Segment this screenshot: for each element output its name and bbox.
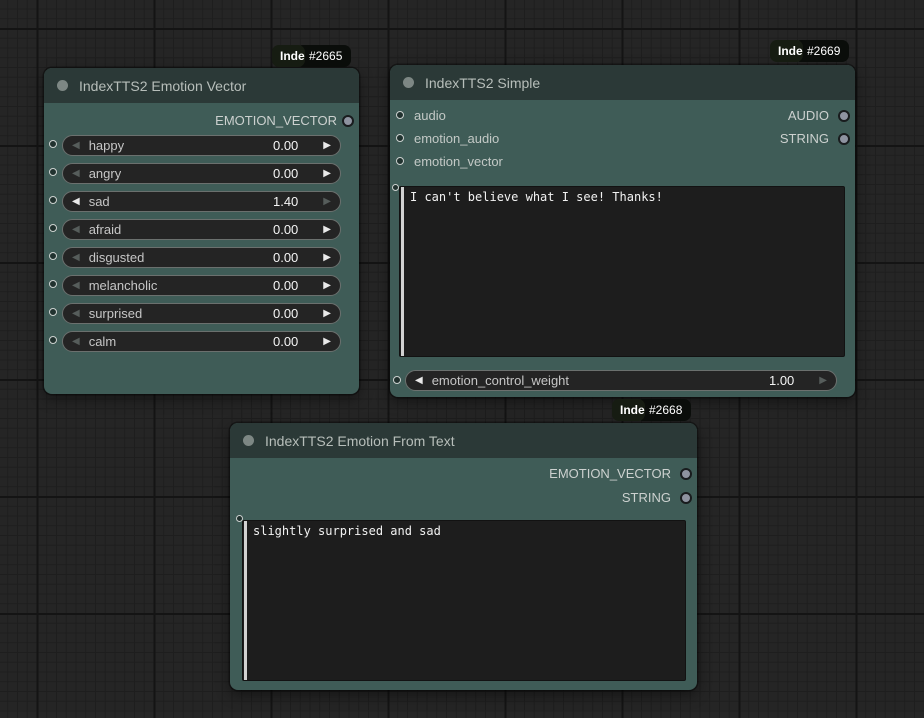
input-label: emotion_vector bbox=[414, 154, 503, 169]
output-label: STRING bbox=[780, 131, 829, 146]
collapse-dot-icon[interactable] bbox=[57, 80, 68, 91]
decrement-arrow-icon[interactable]: ◀ bbox=[72, 225, 80, 235]
widget-label: afraid bbox=[89, 222, 122, 237]
widget-value: 1.40 bbox=[273, 194, 298, 209]
widget-value: 0.00 bbox=[273, 278, 298, 293]
badge-source-label: Inde bbox=[272, 45, 305, 67]
decrement-arrow-icon[interactable]: ◀ bbox=[72, 169, 80, 179]
widget-value: 0.00 bbox=[273, 166, 298, 181]
increment-arrow-icon[interactable]: ▶ bbox=[323, 141, 331, 151]
increment-arrow-icon[interactable]: ▶ bbox=[819, 376, 827, 386]
slider-widget-happy[interactable]: ◀ happy 0.00 ▶ bbox=[62, 135, 341, 156]
slider-widget-afraid[interactable]: ◀ afraid 0.00 ▶ bbox=[62, 219, 341, 240]
widget-value: 1.00 bbox=[769, 373, 794, 388]
decrement-arrow-icon[interactable]: ◀ bbox=[72, 197, 80, 207]
decrement-arrow-icon[interactable]: ◀ bbox=[415, 376, 423, 386]
increment-arrow-icon[interactable]: ▶ bbox=[323, 225, 331, 235]
input-slot[interactable] bbox=[49, 336, 57, 344]
input-slot[interactable] bbox=[396, 111, 404, 119]
input-slot[interactable] bbox=[49, 308, 57, 316]
badge-source-label: Inde bbox=[612, 399, 645, 421]
node-id-badge: Inde #2668 bbox=[612, 399, 691, 421]
text-prompt-input[interactable]: I can't believe what I see! Thanks! bbox=[399, 186, 845, 357]
increment-arrow-icon[interactable]: ▶ bbox=[323, 281, 331, 291]
node-indextts2-emotion-from-text[interactable]: IndexTTS2 Emotion From Text EMOTION_VECT… bbox=[230, 423, 697, 690]
widget-label: melancholic bbox=[89, 278, 158, 293]
decrement-arrow-icon[interactable]: ◀ bbox=[72, 141, 80, 151]
node-graph-canvas[interactable]: Inde #2665 Inde #2669 Inde #2668 IndexTT… bbox=[0, 0, 924, 718]
slider-widget-disgusted[interactable]: ◀ disgusted 0.00 ▶ bbox=[62, 247, 341, 268]
decrement-arrow-icon[interactable]: ◀ bbox=[72, 281, 80, 291]
widget-label: calm bbox=[89, 334, 116, 349]
increment-arrow-icon[interactable]: ▶ bbox=[323, 309, 331, 319]
widget-label: happy bbox=[89, 138, 124, 153]
input-slot[interactable] bbox=[396, 157, 404, 165]
input-slot[interactable] bbox=[393, 376, 401, 384]
increment-arrow-icon[interactable]: ▶ bbox=[323, 253, 331, 263]
node-id-badge: Inde #2669 bbox=[770, 40, 849, 62]
input-slot[interactable] bbox=[49, 280, 57, 288]
input-slot[interactable] bbox=[49, 196, 57, 204]
increment-arrow-icon[interactable]: ▶ bbox=[323, 197, 331, 207]
badge-source-label: Inde bbox=[770, 40, 803, 62]
slider-widget-surprised[interactable]: ◀ surprised 0.00 ▶ bbox=[62, 303, 341, 324]
slider-widget-melancholic[interactable]: ◀ melancholic 0.00 ▶ bbox=[62, 275, 341, 296]
output-slot[interactable] bbox=[680, 492, 692, 504]
input-label: audio bbox=[414, 108, 446, 123]
decrement-arrow-icon[interactable]: ◀ bbox=[72, 253, 80, 263]
decrement-arrow-icon[interactable]: ◀ bbox=[72, 309, 80, 319]
node-title: IndexTTS2 Emotion From Text bbox=[265, 433, 455, 449]
output-label: AUDIO bbox=[788, 108, 829, 123]
decrement-arrow-icon[interactable]: ◀ bbox=[72, 337, 80, 347]
increment-arrow-icon[interactable]: ▶ bbox=[323, 169, 331, 179]
node-header[interactable]: IndexTTS2 Simple bbox=[390, 65, 855, 100]
input-slot[interactable] bbox=[396, 134, 404, 142]
slider-widget-angry[interactable]: ◀ angry 0.00 ▶ bbox=[62, 163, 341, 184]
collapse-dot-icon[interactable] bbox=[243, 435, 254, 446]
input-label: emotion_audio bbox=[414, 131, 499, 146]
slider-widget-sad[interactable]: ◀ sad 1.40 ▶ bbox=[62, 191, 341, 212]
node-indextts2-emotion-vector[interactable]: IndexTTS2 Emotion Vector EMOTION_VECTOR … bbox=[44, 68, 359, 394]
emotion-text-input[interactable]: slightly surprised and sad bbox=[242, 520, 686, 681]
input-slot[interactable] bbox=[49, 140, 57, 148]
widget-label: emotion_control_weight bbox=[432, 373, 569, 388]
node-id-badge: Inde #2665 bbox=[272, 45, 351, 67]
widget-value: 0.00 bbox=[273, 250, 298, 265]
node-header[interactable]: IndexTTS2 Emotion Vector bbox=[44, 68, 359, 103]
node-header[interactable]: IndexTTS2 Emotion From Text bbox=[230, 423, 697, 458]
widget-label: disgusted bbox=[89, 250, 145, 265]
input-slot[interactable] bbox=[49, 224, 57, 232]
output-label: EMOTION_VECTOR bbox=[549, 466, 671, 481]
widget-value: 0.00 bbox=[273, 334, 298, 349]
widget-value: 0.00 bbox=[273, 306, 298, 321]
slider-widget-emotion-control-weight[interactable]: ◀ emotion_control_weight 1.00 ▶ bbox=[405, 370, 837, 391]
widget-label: sad bbox=[89, 194, 110, 209]
output-label: STRING bbox=[622, 490, 671, 505]
increment-arrow-icon[interactable]: ▶ bbox=[323, 337, 331, 347]
widget-label: angry bbox=[89, 166, 122, 181]
output-label: EMOTION_VECTOR bbox=[215, 113, 337, 128]
output-slot[interactable] bbox=[680, 468, 692, 480]
input-slot[interactable] bbox=[49, 168, 57, 176]
collapse-dot-icon[interactable] bbox=[403, 77, 414, 88]
node-indextts2-simple[interactable]: IndexTTS2 Simple audio emotion_audio emo… bbox=[390, 65, 855, 397]
input-slot[interactable] bbox=[392, 184, 399, 191]
node-title: IndexTTS2 Simple bbox=[425, 75, 540, 91]
node-title: IndexTTS2 Emotion Vector bbox=[79, 78, 246, 94]
output-slot[interactable] bbox=[838, 133, 850, 145]
slider-widget-calm[interactable]: ◀ calm 0.00 ▶ bbox=[62, 331, 341, 352]
widget-value: 0.00 bbox=[273, 222, 298, 237]
output-slot[interactable] bbox=[838, 110, 850, 122]
output-slot[interactable] bbox=[342, 115, 354, 127]
widget-value: 0.00 bbox=[273, 138, 298, 153]
widget-label: surprised bbox=[89, 306, 142, 321]
input-slot[interactable] bbox=[49, 252, 57, 260]
